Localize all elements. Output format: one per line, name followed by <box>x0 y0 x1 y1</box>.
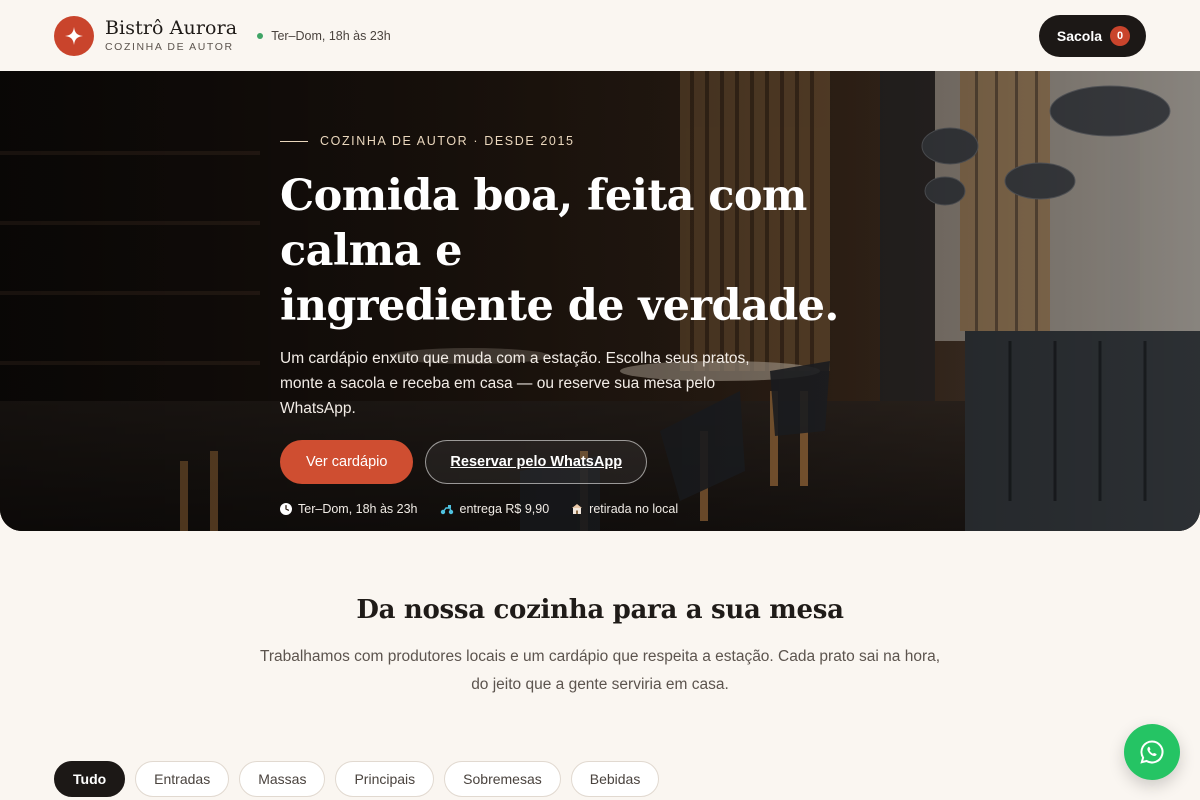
filter-chip-sobremesas[interactable]: Sobremesas <box>444 761 561 797</box>
hero-banner: COZINHA DE AUTOR · DESDE 2015 Comida boa… <box>0 71 1200 531</box>
intro-title: Da nossa cozinha para a sua mesa <box>356 595 844 625</box>
opening-hours: Ter–Dom, 18h às 23h <box>257 29 391 43</box>
whatsapp-fab[interactable] <box>1124 724 1180 780</box>
site-header: Bistrô Aurora COZINHA DE AUTOR Ter–Dom, … <box>0 0 1200 71</box>
whatsapp-reservation-button[interactable]: Reservar pelo WhatsApp <box>425 440 648 484</box>
meta-pickup-text: retirada no local <box>589 502 679 516</box>
filter-chip-tudo[interactable]: Tudo <box>54 761 126 797</box>
store-icon <box>572 504 583 514</box>
opening-hours-text: Ter–Dom, 18h às 23h <box>271 28 391 43</box>
meta-hours-text: Ter–Dom, 18h às 23h <box>298 502 418 516</box>
meta-hours: Ter–Dom, 18h às 23h <box>280 502 418 516</box>
meta-delivery: entrega R$ 9,90 <box>440 502 550 516</box>
bag-button[interactable]: Sacola 0 <box>1038 14 1146 57</box>
clock-icon <box>280 503 292 515</box>
meta-delivery-text: entrega R$ 9,90 <box>459 502 550 516</box>
whatsapp-icon <box>1140 740 1164 764</box>
hero-eyebrow: COZINHA DE AUTOR · DESDE 2015 <box>280 134 940 148</box>
hero-title: Comida boa, feita com calma e ingredient… <box>280 169 940 334</box>
intro-text: Trabalhamos com produtores locais e um c… <box>259 648 941 693</box>
logo[interactable] <box>54 15 94 56</box>
filter-chip-massas[interactable]: Massas <box>239 761 326 797</box>
brand[interactable]: Bistrô Aurora COZINHA DE AUTOR <box>105 18 237 53</box>
sparkle-icon <box>65 26 83 45</box>
hero-meta: Ter–Dom, 18h às 23h entrega R$ 9,90 reti… <box>280 502 940 516</box>
hero-actions: Ver cardápio Reservar pelo WhatsApp <box>280 440 940 484</box>
hero-content: COZINHA DE AUTOR · DESDE 2015 Comida boa… <box>280 134 940 516</box>
open-status-dot <box>257 32 264 39</box>
bag-count-badge: 0 <box>1110 25 1130 46</box>
view-menu-button[interactable]: Ver cardápio <box>280 440 414 484</box>
brand-tagline: COZINHA DE AUTOR <box>105 41 234 53</box>
brand-name: Bistrô Aurora <box>105 17 238 39</box>
meta-pickup: retirada no local <box>571 502 678 516</box>
hero-eyebrow-text: COZINHA DE AUTOR · DESDE 2015 <box>320 134 575 148</box>
scooter-icon <box>440 505 453 515</box>
eyebrow-line <box>280 140 308 142</box>
filter-chip-bebidas[interactable]: Bebidas <box>570 761 660 797</box>
menu-category-filters: Tudo Entradas Massas Principais Sobremes… <box>54 761 660 797</box>
filter-chip-principais[interactable]: Principais <box>335 761 435 797</box>
filter-chip-entradas[interactable]: Entradas <box>135 761 230 797</box>
hero-title-line-1: Comida boa, feita com calma e <box>280 171 807 276</box>
bag-label: Sacola <box>1056 27 1102 44</box>
hero-description: Um cardápio enxuto que muda com a estaçã… <box>280 350 750 417</box>
intro-section: Da nossa cozinha para a sua mesa Trabalh… <box>0 595 1200 699</box>
hero-title-line-2: ingrediente de verdade. <box>280 281 839 331</box>
